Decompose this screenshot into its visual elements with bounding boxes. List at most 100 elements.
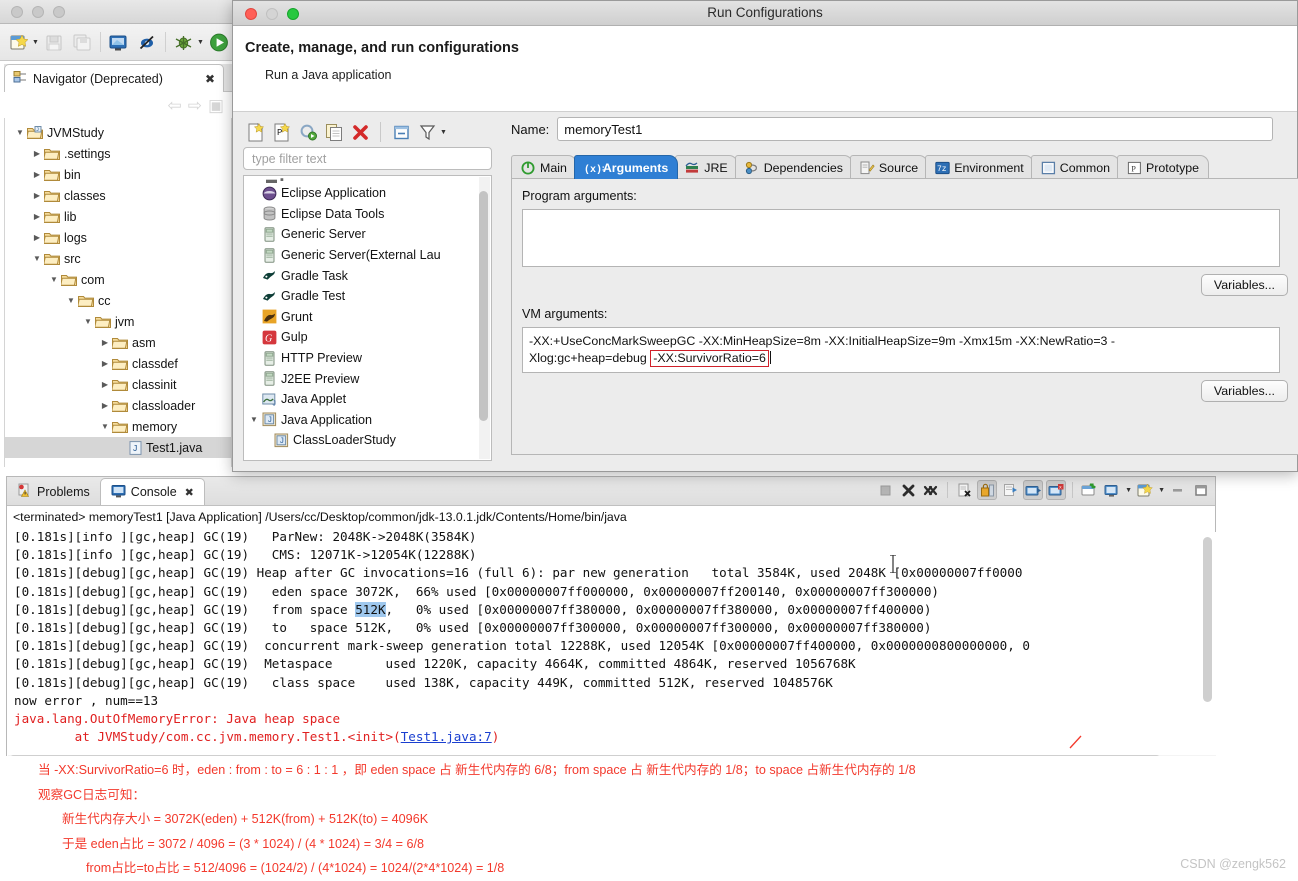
tree-item-memory[interactable]: ▼ memory (5, 416, 231, 437)
tab-problems[interactable]: Problems (7, 478, 100, 505)
run-icon[interactable] (206, 29, 232, 55)
show-console-icon[interactable] (1023, 480, 1044, 500)
config-list-item-generic-server[interactable]: Generic Server (244, 224, 479, 245)
vm-arguments-textarea[interactable]: -XX:+UseConcMarkSweepGC -XX:MinHeapSize=… (522, 327, 1280, 373)
new-wizard-dropdown-caret[interactable]: ▼ (32, 39, 39, 46)
eclipse-maximize-button[interactable] (53, 6, 65, 18)
config-types-list[interactable]: ▬ ▪ Eclipse Application Eclipse Data Tools… (243, 175, 492, 461)
new-prototype-icon[interactable]: P (271, 121, 293, 143)
debug-icon[interactable] (171, 29, 197, 55)
debug-dropdown-caret[interactable]: ▼ (197, 39, 204, 46)
tree-twisty-collapsed[interactable]: ▶ (30, 170, 44, 179)
tree-twisty-expanded[interactable]: ▼ (98, 422, 112, 431)
config-list-item-gulp[interactable]: G Gulp (244, 327, 479, 348)
config-list-scrollbar-thumb[interactable] (479, 191, 488, 421)
clear-console-icon[interactable] (954, 480, 974, 500)
tab-common[interactable]: Common (1030, 155, 1121, 179)
tree-item--settings[interactable]: ▶ .settings (5, 143, 231, 164)
close-icon[interactable]: ✖ (185, 486, 194, 499)
remove-all-terminated-icon[interactable] (921, 480, 941, 500)
program-variables-button[interactable]: Variables... (1200, 274, 1288, 296)
scroll-lock-icon[interactable] (977, 480, 998, 500)
pin-console-icon[interactable]: x (1046, 480, 1067, 500)
tab-source[interactable]: Source (849, 155, 929, 179)
program-arguments-textarea[interactable] (522, 209, 1280, 267)
tree-twisty-expanded[interactable]: ▼ (64, 296, 78, 305)
console-output[interactable]: [0.181s][info ][gc,heap] GC(19) ParNew: … (8, 532, 1216, 765)
config-list-item-generic-server-external-lau[interactable]: Generic Server(External Lau (244, 245, 479, 266)
tree-item-bin[interactable]: ▶ bin (5, 164, 231, 185)
config-list-item-eclipse-application[interactable]: Eclipse Application (244, 183, 479, 204)
tree-twisty-collapsed[interactable]: ▶ (98, 359, 112, 368)
open-console-dropdown-caret[interactable]: ▼ (1125, 487, 1132, 494)
tree-item-jvm[interactable]: ▼ jvm (5, 311, 231, 332)
export-icon[interactable] (297, 121, 319, 143)
tree-item-classdef[interactable]: ▶ classdef (5, 353, 231, 374)
tree-twisty-collapsed[interactable]: ▶ (30, 233, 44, 242)
tree-item-test1-java[interactable]: J Test1.java (5, 437, 231, 458)
collapse-all-icon[interactable] (390, 121, 412, 143)
tree-item-classes[interactable]: ▶ classes (5, 185, 231, 206)
tree-item-cc[interactable]: ▼ cc (5, 290, 231, 311)
config-list-item-gradle-task[interactable]: Gradle Task (244, 265, 479, 286)
tab-environment[interactable]: 7z Environment (925, 155, 1034, 179)
tab-main[interactable]: Main (511, 155, 577, 179)
filter-icon[interactable] (416, 121, 438, 143)
config-list-item-gradle-test[interactable]: Gradle Test (244, 286, 479, 307)
filter-dropdown-caret[interactable]: ▼ (440, 129, 447, 136)
display-selected-console-icon[interactable] (1079, 480, 1099, 500)
tree-item-com[interactable]: ▼ com (5, 269, 231, 290)
collapse-all-icon[interactable]: ▣ (208, 97, 224, 114)
config-twisty-expanded[interactable]: ▼ (248, 415, 260, 424)
tree-item-jvmstudy[interactable]: ▼ J JVMStudy (5, 122, 231, 143)
new-console-dropdown-caret[interactable]: ▼ (1158, 487, 1165, 494)
delete-icon[interactable] (349, 121, 371, 143)
duplicate-icon[interactable] (323, 121, 345, 143)
config-name-input[interactable]: memoryTest1 (557, 117, 1274, 141)
word-wrap-icon[interactable] (1000, 480, 1020, 500)
eclipse-minimize-button[interactable] (32, 6, 44, 18)
config-list-item-classloaderstudy[interactable]: J ClassLoaderStudy (244, 430, 479, 451)
tab-dependencies[interactable]: Dependencies (734, 155, 853, 179)
tree-twisty-collapsed[interactable]: ▶ (98, 401, 112, 410)
config-list-item-j2ee-preview[interactable]: J2EE Preview (244, 368, 479, 389)
console-vertical-scrollbar[interactable] (1203, 537, 1212, 702)
skip-breakpoints-icon[interactable] (134, 29, 160, 55)
tree-twisty-collapsed[interactable]: ▶ (98, 338, 112, 347)
config-filter-input[interactable]: type filter text (243, 147, 492, 170)
new-wizard-icon[interactable] (6, 29, 32, 55)
config-list-scrollbar-track[interactable] (479, 177, 490, 459)
tree-item-classloader[interactable]: ▶ classloader (5, 395, 231, 416)
open-console-icon[interactable] (1102, 480, 1122, 500)
vm-variables-button[interactable]: Variables... (1200, 380, 1288, 402)
config-list-item-clipped[interactable]: ▬ ▪ (244, 176, 479, 183)
config-list-item-java-application[interactable]: ▼ J Java Application (244, 410, 479, 431)
eclipse-close-button[interactable] (11, 6, 23, 18)
tree-twisty-collapsed[interactable]: ▶ (30, 191, 44, 200)
tree-twisty-expanded[interactable]: ▼ (81, 317, 95, 326)
stacktrace-link[interactable]: Test1.java:7 (401, 729, 492, 744)
new-console-view-icon[interactable] (1135, 480, 1155, 500)
config-list-item-eclipse-data-tools[interactable]: Eclipse Data Tools (244, 204, 479, 225)
tab-prototype[interactable]: P Prototype (1117, 155, 1210, 179)
maximize-icon[interactable] (1191, 480, 1211, 500)
tree-item-logs[interactable]: ▶ logs (5, 227, 231, 248)
back-arrow-icon[interactable]: ⇦ (167, 97, 181, 114)
close-icon[interactable]: ✖ (205, 72, 215, 86)
navigator-tab[interactable]: Navigator (Deprecated) ✖ (4, 64, 224, 92)
config-list-item-grunt[interactable]: Grunt (244, 307, 479, 328)
tree-item-asm[interactable]: ▶ asm (5, 332, 231, 353)
tree-item-src[interactable]: ▼ src (5, 248, 231, 269)
minimize-icon[interactable] (1168, 480, 1188, 500)
tree-twisty-expanded[interactable]: ▼ (47, 275, 61, 284)
tab-arguments[interactable]: (x)=Arguments (573, 155, 679, 179)
new-config-icon[interactable] (245, 121, 267, 143)
tree-twisty-expanded[interactable]: ▼ (30, 254, 44, 263)
tree-twisty-collapsed[interactable]: ▶ (30, 149, 44, 158)
remove-launch-icon[interactable] (898, 480, 918, 500)
config-list-item-http-preview[interactable]: HTTP Preview (244, 348, 479, 369)
forward-arrow-icon[interactable]: ⇨ (188, 97, 202, 114)
tree-twisty-expanded[interactable]: ▼ (13, 128, 27, 137)
tree-item-lib[interactable]: ▶ lib (5, 206, 231, 227)
config-list-item-java-applet[interactable]: J Java Applet (244, 389, 479, 410)
